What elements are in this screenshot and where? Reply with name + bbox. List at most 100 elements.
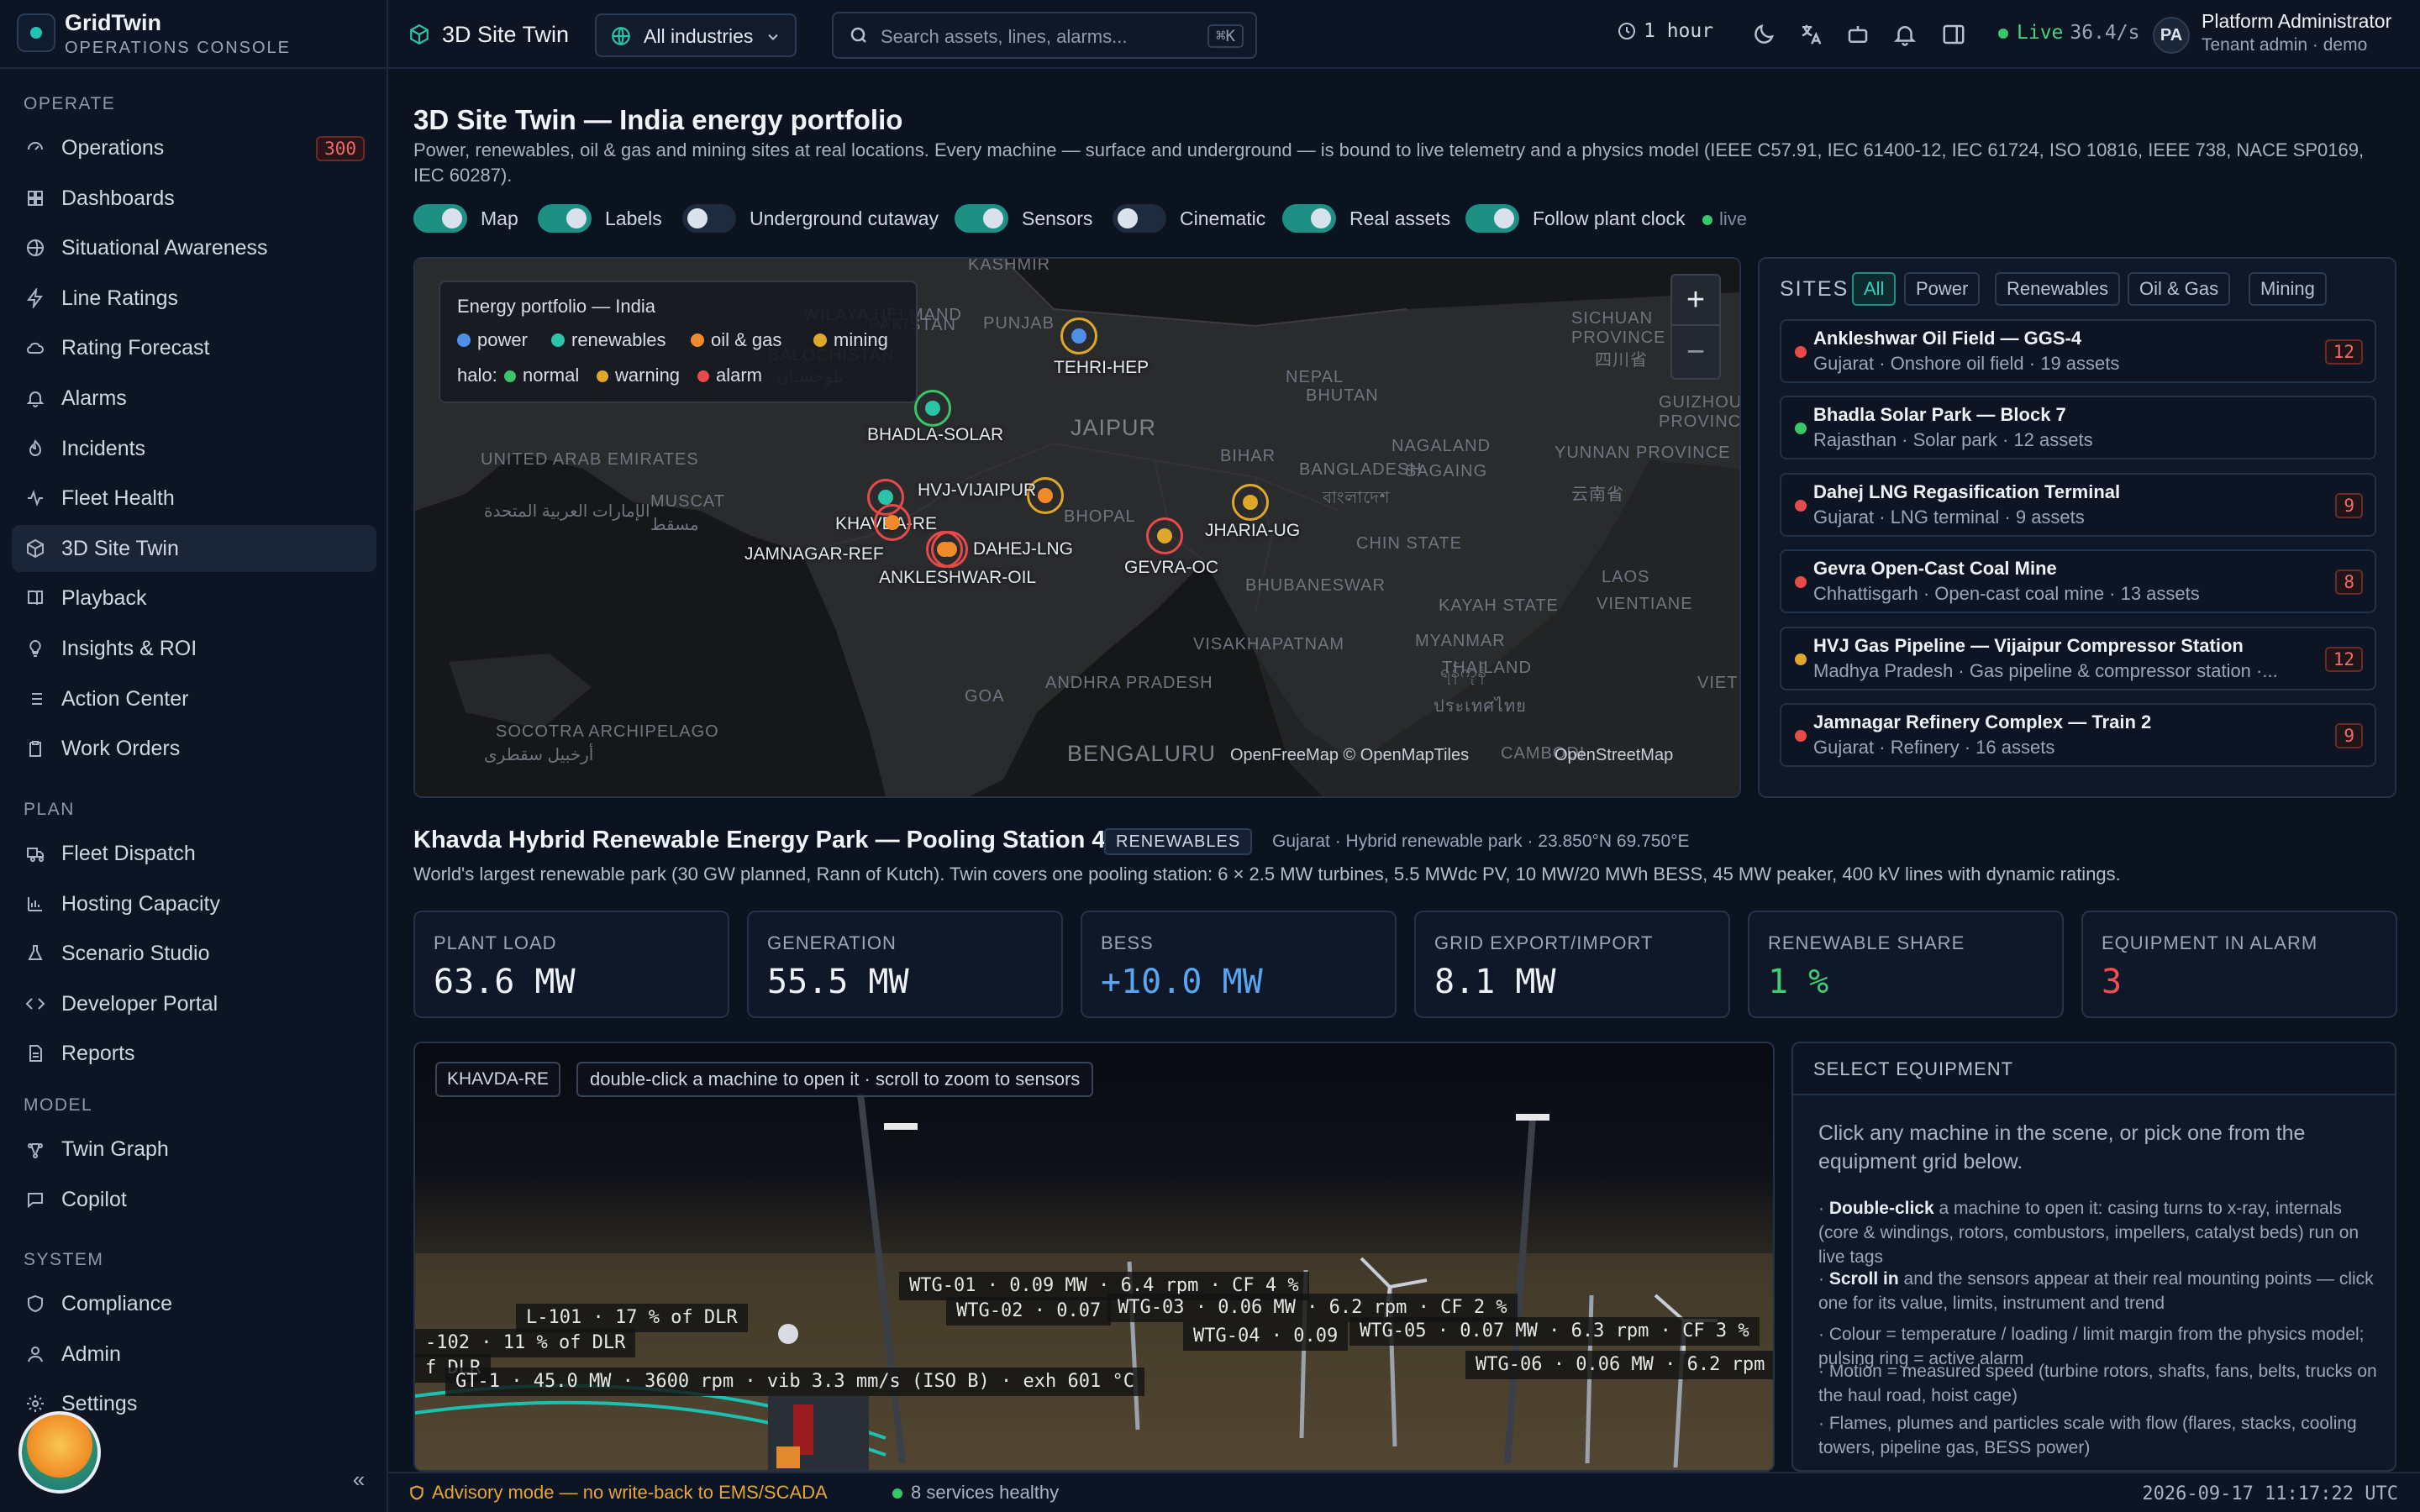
filter-mining[interactable]: Mining xyxy=(2249,272,2327,306)
site-marker-dot xyxy=(1157,528,1172,543)
sidebar-item-dashboards[interactable]: Dashboards xyxy=(12,175,376,222)
map-attribution[interactable]: OpenFreeMap © OpenMapTiles xyxy=(1230,746,1469,765)
clock-icon xyxy=(1618,23,1635,39)
toggle-switch[interactable] xyxy=(1465,204,1519,233)
sidebar-item-insights-roi[interactable]: Insights & ROI xyxy=(12,625,376,672)
toggle-switch[interactable] xyxy=(955,204,1008,233)
filter-renewables[interactable]: Renewables xyxy=(1995,272,2121,306)
toggle-switch[interactable] xyxy=(538,204,592,233)
search-input[interactable]: Search assets, lines, alarms... ⌘K xyxy=(832,12,1257,59)
nodes-icon xyxy=(28,1143,43,1158)
zoom-in-button[interactable]: + xyxy=(1672,276,1719,326)
halo-label: halo: xyxy=(457,365,497,386)
portfolio-map[interactable]: PAKISTANPUNJABKASHMIRNEPALBHUTANSICHUAN … xyxy=(413,257,1741,798)
scene-canvas[interactable] xyxy=(415,1043,1773,1470)
scene-machine-label[interactable]: GT-1 · 45.0 MW · 3600 rpm · vib 3.3 mm/s… xyxy=(445,1368,1144,1396)
scene-machine-label[interactable]: WTG-05 · 0.07 MW · 6.3 rpm · CF 3 % xyxy=(1349,1317,1760,1346)
list-item[interactable]: Bhadla Solar Park — Block 7 Rajasthan · S… xyxy=(1780,396,2376,460)
filter-power[interactable]: Power xyxy=(1904,272,1981,306)
toggle-real-assets[interactable]: Real assets xyxy=(1282,203,1450,234)
sidebar-item-rating-forecast[interactable]: Rating Forecast xyxy=(12,324,376,371)
sidebar-item-reports[interactable]: Reports xyxy=(12,1030,376,1077)
scene-machine-label[interactable]: -102 · 11 % of DLR xyxy=(415,1329,636,1357)
sidebar-item-situational-awareness[interactable]: Situational Awareness xyxy=(12,224,376,271)
scene-machine-label[interactable]: WTG-06 · 0.06 MW · 6.2 rpm xyxy=(1465,1351,1773,1379)
site-marker-jharia-ug[interactable] xyxy=(1232,484,1269,521)
collapse-sidebar-icon[interactable]: « xyxy=(346,1467,371,1492)
bell-icon xyxy=(26,391,45,407)
scene-hint: double-click a machine to open it · scro… xyxy=(576,1062,1094,1097)
panel-toggle-icon[interactable] xyxy=(1941,22,1966,47)
status-dot xyxy=(1795,730,1807,742)
sidebar-item-fleet-dispatch[interactable]: Fleet Dispatch xyxy=(12,830,376,877)
site-marker-jamnagar-ref[interactable] xyxy=(874,504,911,541)
scene-viewport[interactable]: KHAVDA-RE double-click a machine to open… xyxy=(413,1042,1775,1472)
avatar[interactable]: PA xyxy=(2153,17,2190,54)
toggle-underground-cutaway[interactable]: Underground cutaway xyxy=(682,203,939,234)
toggle-cinematic[interactable]: Cinematic xyxy=(1113,203,1265,234)
robot-icon[interactable] xyxy=(1845,22,1870,47)
list-item[interactable]: Ankleshwar Oil Field — GGS-4 Gujarat · On… xyxy=(1780,319,2376,383)
toggle-labels[interactable]: Labels xyxy=(538,203,662,234)
map-place-label: ประเทศไทย xyxy=(1434,697,1527,716)
sidebar-item-incidents[interactable]: Incidents xyxy=(12,425,376,472)
list-item[interactable]: Dahej LNG Regasification Terminal Gujarat… xyxy=(1780,472,2376,537)
user-name[interactable]: Platform Administrator xyxy=(2202,10,2391,33)
filter-oil-gas[interactable]: Oil & Gas xyxy=(2128,272,2231,306)
sidebar-item-work-orders[interactable]: Work Orders xyxy=(12,725,376,772)
zoom-out-button[interactable]: − xyxy=(1672,328,1719,378)
site-location: Gujarat · Hybrid renewable park · 23.850… xyxy=(1272,832,1690,851)
translate-icon[interactable] xyxy=(1798,22,1823,47)
brand[interactable]: GridTwin OPERATIONS CONSOLE xyxy=(0,0,388,69)
kpi-card-grid-export-import: GRID EXPORT/IMPORT 8.1 MW xyxy=(1414,911,1730,1018)
sidebar-item-admin[interactable]: Admin xyxy=(12,1331,376,1378)
toggle-follow-plant-clock[interactable]: Follow plant clock xyxy=(1465,203,1686,234)
sidebar-item-copilot[interactable]: Copilot xyxy=(12,1176,376,1223)
list-item[interactable]: HVJ Gas Pipeline — Vijaipur Compressor S… xyxy=(1780,626,2376,690)
sidebar-item-alarms[interactable]: Alarms xyxy=(12,375,376,422)
toggle-label: Real assets xyxy=(1349,207,1451,229)
kpi-label: BESS xyxy=(1101,932,1154,953)
site-name: Ankleshwar Oil Field — GGS-4 xyxy=(1813,328,2082,349)
toggle-sensors[interactable]: Sensors xyxy=(955,203,1092,234)
scene-machine-label[interactable]: L-101 · 17 % of DLR xyxy=(516,1304,748,1332)
time-range-selector[interactable]: 1 hour xyxy=(1617,20,1713,42)
cloud-icon xyxy=(27,343,44,354)
moon-icon[interactable] xyxy=(1751,22,1776,47)
list-item[interactable]: Gevra Open-Cast Coal Mine Chhattisgarh · … xyxy=(1780,549,2376,614)
alarm-count-badge: 9 xyxy=(2335,723,2363,748)
search-icon xyxy=(850,27,866,43)
scene-machine-label[interactable]: WTG-02 · 0.07 xyxy=(946,1297,1112,1326)
map-place-label: NEPAL xyxy=(1286,368,1344,386)
sidebar-item-fleet-health[interactable]: Fleet Health xyxy=(12,475,376,522)
map-attribution-osm[interactable]: OpenStreetMap xyxy=(1555,746,1673,765)
toggle-map[interactable]: Map xyxy=(413,203,518,234)
services-status[interactable]: 8 services healthy xyxy=(892,1482,1059,1504)
site-marker-tehri-hep[interactable] xyxy=(1060,318,1097,354)
sidebar-item-twin-graph[interactable]: Twin Graph xyxy=(12,1126,376,1173)
toggle-switch[interactable] xyxy=(682,204,736,233)
site-marker-bhadla-solar[interactable] xyxy=(914,390,951,427)
sidebar-item-line-ratings[interactable]: Line Ratings xyxy=(12,275,376,322)
filter-all[interactable]: All xyxy=(1852,272,1897,306)
map-place-label: BHUBANESWAR xyxy=(1245,576,1386,595)
scene-machine-label[interactable]: WTG-04 · 0.09 xyxy=(1183,1322,1349,1351)
sidebar-item-action-center[interactable]: Action Center xyxy=(12,675,376,722)
sidebar-item-scenario-studio[interactable]: Scenario Studio xyxy=(12,930,376,977)
sidebar-item-playback[interactable]: Playback xyxy=(12,575,376,622)
sidebar-item-3d-site-twin[interactable]: 3D Site Twin xyxy=(12,524,376,572)
toggle-switch[interactable] xyxy=(1113,204,1166,233)
list-item[interactable]: Jamnagar Refinery Complex — Train 2 Gujar… xyxy=(1780,703,2376,767)
bell-icon[interactable] xyxy=(1892,22,1918,47)
sidebar-item-operations[interactable]: Operations 300 xyxy=(12,124,376,171)
industry-select[interactable]: All industries xyxy=(595,13,797,57)
toggle-switch[interactable] xyxy=(1282,204,1336,233)
sidebar-item-label: Admin xyxy=(61,1341,121,1366)
toggle-switch[interactable] xyxy=(413,204,467,233)
assistant-avatar[interactable] xyxy=(18,1411,101,1494)
sidebar-item-hosting-capacity[interactable]: Hosting Capacity xyxy=(12,880,376,927)
sidebar-item-compliance[interactable]: Compliance xyxy=(12,1280,376,1327)
site-marker-gevra-oc[interactable] xyxy=(1146,517,1183,554)
sidebar-item-developer-portal[interactable]: Developer Portal xyxy=(12,980,376,1027)
site-marker-ankleshwar-oil[interactable] xyxy=(931,531,968,568)
